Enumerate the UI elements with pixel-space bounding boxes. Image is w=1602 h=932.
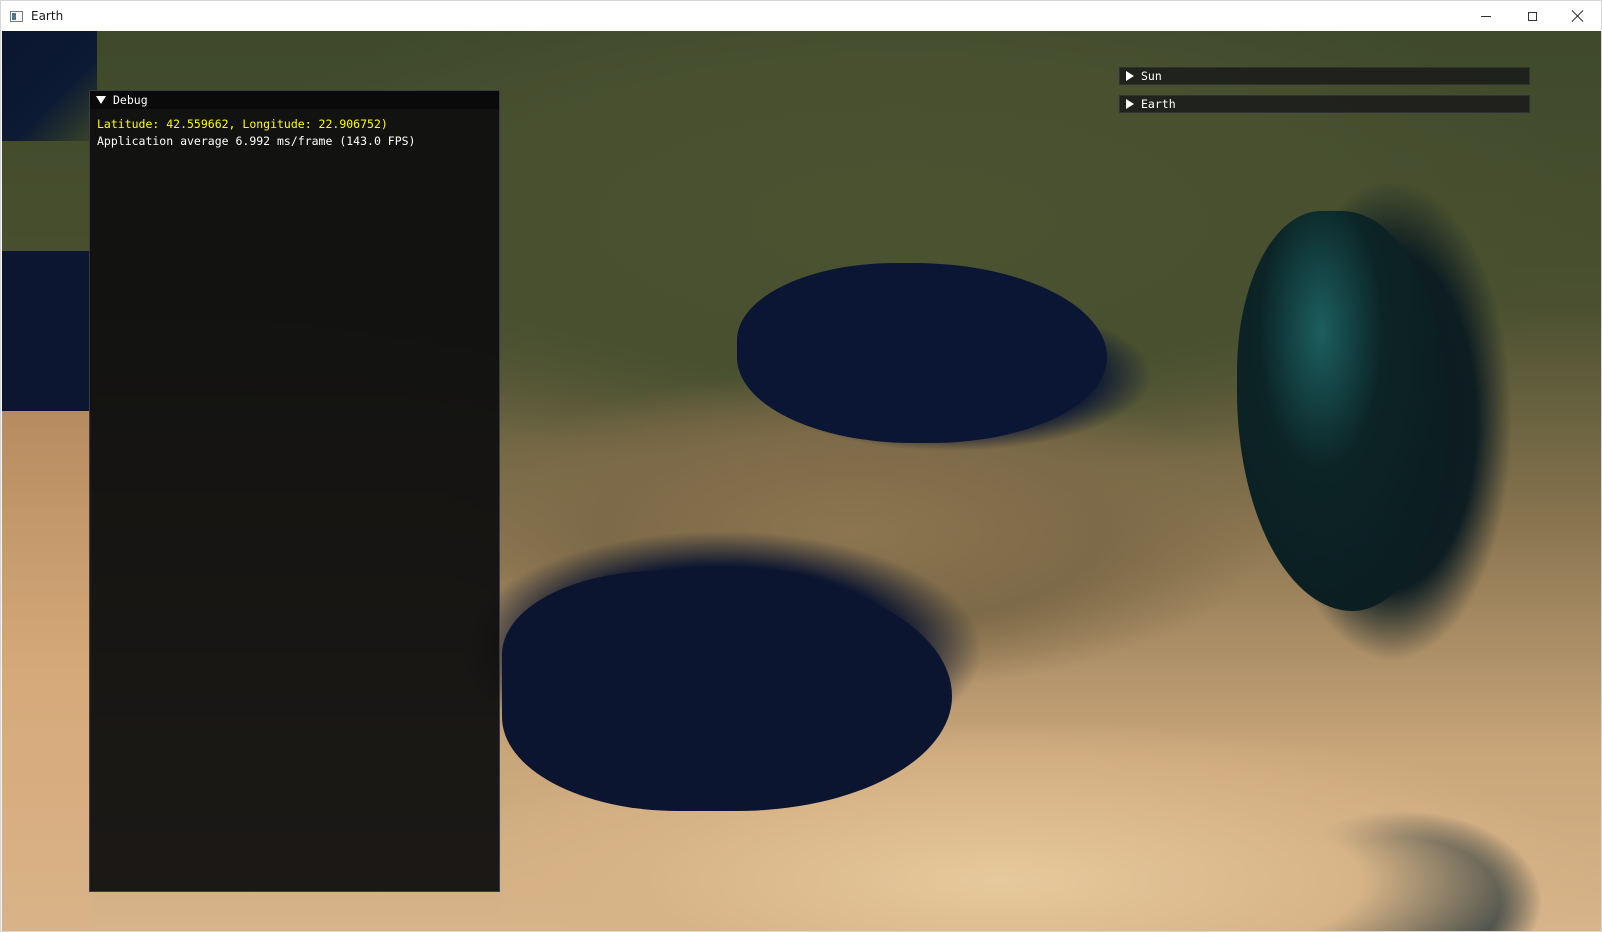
title-bar[interactable]: Earth bbox=[1, 1, 1601, 31]
sea-region bbox=[2, 31, 97, 141]
maximize-icon bbox=[1527, 11, 1537, 21]
minimize-icon bbox=[1481, 15, 1491, 17]
window-title: Earth bbox=[31, 9, 64, 23]
earth-header-label: Earth bbox=[1141, 97, 1176, 111]
sun-header[interactable]: Sun bbox=[1119, 67, 1530, 85]
sun-header-label: Sun bbox=[1141, 69, 1162, 83]
performance-text: Application average 6.992 ms/frame (143.… bbox=[97, 134, 416, 148]
debug-title-bar[interactable]: Debug bbox=[90, 91, 499, 109]
triangle-right-icon bbox=[1126, 71, 1134, 81]
debug-window[interactable]: Debug Latitude: 42.559662, Longitude: 22… bbox=[89, 90, 500, 892]
black-sea bbox=[737, 263, 1107, 443]
maximize-button[interactable] bbox=[1509, 1, 1555, 31]
triangle-right-icon bbox=[1126, 99, 1134, 109]
triangle-down-icon[interactable] bbox=[96, 96, 106, 104]
close-button[interactable] bbox=[1555, 1, 1601, 31]
app-window: Earth Debug Latitude: 42.559662, Longitu… bbox=[0, 0, 1602, 932]
debug-title: Debug bbox=[113, 93, 148, 107]
close-icon bbox=[1572, 10, 1584, 22]
minimize-button[interactable] bbox=[1463, 1, 1509, 31]
caspian-sea bbox=[1237, 211, 1447, 611]
coordinates-text: Latitude: 42.559662, Longitude: 22.90675… bbox=[97, 117, 388, 131]
mediterranean-sea bbox=[502, 571, 952, 811]
desert-region bbox=[2, 411, 92, 931]
sea-region bbox=[2, 251, 92, 411]
debug-body: Latitude: 42.559662, Longitude: 22.90675… bbox=[90, 109, 499, 157]
app-window-icon bbox=[10, 10, 23, 22]
earth-header[interactable]: Earth bbox=[1119, 95, 1530, 113]
window-controls bbox=[1463, 1, 1601, 31]
